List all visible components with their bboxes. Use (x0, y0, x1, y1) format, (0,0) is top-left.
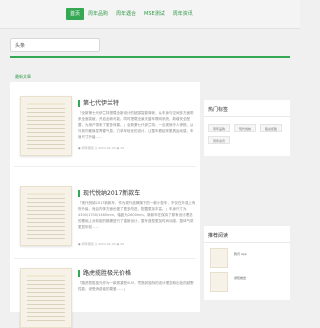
section-label: 最新文章 (15, 74, 31, 79)
main-nav: 首页 周年品购 周年遇合 MSE测试 周年资讯 (66, 8, 197, 20)
clock-icon: ◷ (94, 146, 98, 150)
article-meta: ● 周年潮流 ◷ 2023-02-04 ◉ 30 (78, 242, 124, 246)
recommend-panel: 推荐阅读 腾讯 App 通知推送 (204, 226, 290, 300)
clock-icon: ◷ (94, 242, 98, 246)
hot-tags-panel: 热门标签 周年品购 现代悦纳 路虎揽胜 周年资讯 (204, 100, 290, 156)
article-title[interactable]: 现代悦纳2017新款车 (78, 188, 140, 197)
divider (204, 116, 290, 117)
user-icon: ● (78, 242, 81, 246)
tag-item[interactable]: 周年品购 (208, 124, 231, 132)
tag-item[interactable]: 周年资讯 (208, 136, 231, 144)
article-summary: 「路虎揽胜极光作为一款紧凑型SUV，凭借其独特的设计理念和出色的越野性能，深受消… (78, 281, 194, 291)
nav-item-2[interactable]: 周年遇合 (112, 8, 140, 20)
recommend-thumbnail[interactable] (210, 248, 228, 268)
article-list: 第七代伊兰特 「全新第七代伊兰特搭载全新设计的超感智能驾驶，从车身与空间多方面带… (10, 82, 200, 328)
nav-item-4[interactable]: 周年资讯 (169, 8, 197, 20)
article-summary: 「全新第七代伊兰特搭载全新设计的超感智能驾驶，从车身与空间多方面带来全面突破，开… (78, 111, 194, 139)
recommend-item[interactable]: 腾讯 App (234, 252, 247, 256)
tag-item[interactable]: 路虎揽胜 (260, 124, 283, 132)
article-thumbnail[interactable] (20, 186, 72, 246)
tag-item[interactable]: 现代悦纳 (234, 124, 257, 132)
top-nav-bar: 首页 周年品购 周年遇合 MSE测试 周年资讯 (0, 0, 300, 29)
article-thumbnail[interactable] (20, 268, 72, 328)
accent-divider (10, 56, 290, 58)
recommend-title: 推荐阅读 (208, 233, 229, 239)
user-icon: ● (78, 146, 81, 150)
nav-item-1[interactable]: 周年品购 (84, 8, 112, 20)
article-title[interactable]: 路虎揽胜极光价格 (78, 268, 131, 277)
article-card[interactable]: 路虎揽胜极光价格 「路虎揽胜极光作为一款紧凑型SUV，凭借其独特的设计理念和出色… (14, 264, 196, 328)
recommend-thumbnail[interactable] (210, 272, 228, 292)
article-card[interactable]: 现代悦纳2017新款车 「现代悦纳2017新款车，作为现代品牌旗下的一款小型车，… (14, 180, 196, 259)
nav-item-home[interactable]: 首页 (66, 8, 85, 20)
recommend-item[interactable]: 通知推送 (234, 276, 246, 280)
divider (204, 242, 290, 243)
article-summary: 「现代悦纳2017新款车，作为现代品牌旗下的一款小型车，不仅在外观上有所升级，而… (78, 201, 196, 229)
eye-icon: ◉ (116, 146, 120, 150)
article-meta: ● 周年潮流 ◷ 2023-02-04 ◉ 19 (78, 146, 124, 150)
article-card[interactable]: 第七代伊兰特 「全新第七代伊兰特搭载全新设计的超感智能驾驶，从车身与空间多方面带… (14, 88, 196, 167)
article-thumbnail[interactable] (20, 96, 72, 156)
article-title[interactable]: 第七代伊兰特 (78, 98, 119, 107)
hot-tags-title: 热门标签 (208, 107, 229, 113)
nav-item-3[interactable]: MSE测试 (140, 8, 169, 20)
eye-icon: ◉ (116, 242, 120, 246)
search-input[interactable]: 头条 (10, 38, 100, 52)
